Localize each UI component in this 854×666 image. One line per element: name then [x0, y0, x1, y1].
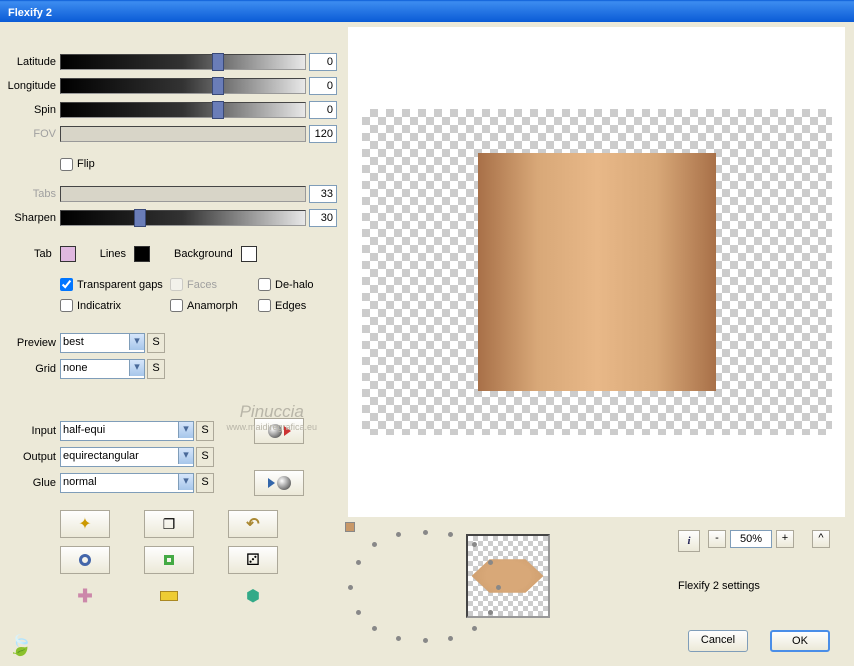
sharpen-value[interactable]: 30	[309, 209, 337, 227]
titlebar: Flexify 2	[0, 0, 854, 22]
glue-select[interactable]: normal▾	[60, 473, 194, 493]
tabs-label: Tabs	[4, 188, 60, 200]
copy-icon: ❐	[163, 516, 176, 533]
tool-button-plus[interactable]: ✚	[60, 582, 110, 610]
fov-value[interactable]: 120	[309, 125, 337, 143]
input-reset-button[interactable]: S	[196, 421, 214, 441]
glue-reset-button[interactable]: S	[196, 473, 214, 493]
glue-label: Glue	[4, 477, 60, 489]
spin-value[interactable]: 0	[309, 101, 337, 119]
input-select[interactable]: half-equi▾	[60, 421, 194, 441]
flip-checkbox[interactable]: Flip	[60, 158, 95, 171]
latitude-label: Latitude	[4, 56, 60, 68]
tool-button-gem[interactable]: ⬢	[228, 582, 278, 610]
input-label: Input	[4, 425, 60, 437]
output-label: Output	[4, 451, 60, 463]
gem-icon: ⬢	[246, 586, 260, 606]
undo-icon: ↶	[246, 514, 259, 534]
tab-color-label: Tab	[34, 248, 52, 260]
brick-icon	[160, 591, 178, 601]
longitude-label: Longitude	[4, 80, 60, 92]
preview-area[interactable]	[347, 26, 846, 518]
sharpen-label: Sharpen	[4, 212, 60, 224]
preview-select[interactable]: best▾	[60, 333, 145, 353]
cancel-button[interactable]: Cancel	[688, 630, 748, 652]
tool-button-1[interactable]: ✦	[60, 510, 110, 538]
preview-content	[478, 153, 716, 391]
play-icon	[268, 478, 275, 488]
disc-icon	[277, 476, 291, 490]
transparent-checkbox[interactable]: Transparent gaps	[60, 278, 170, 291]
output-reset-button[interactable]: S	[196, 447, 214, 467]
corner-icon[interactable]: 🍃	[8, 633, 33, 658]
faces-checkbox: Faces	[170, 278, 258, 291]
tabs-value[interactable]: 33	[309, 185, 337, 203]
plus-icon: ✚	[77, 586, 92, 607]
zoom-value[interactable]: 50%	[730, 530, 772, 548]
spin-label: Spin	[4, 104, 60, 116]
lines-color-label: Lines	[100, 248, 126, 260]
fov-label: FOV	[4, 128, 60, 140]
grid-select[interactable]: none▾	[60, 359, 145, 379]
zoom-in-button[interactable]: +	[776, 530, 794, 548]
grid-reset-button[interactable]: S	[147, 359, 165, 379]
zoom-out-button[interactable]: -	[708, 530, 726, 548]
watermark: Pinucciawww.maidiregrafica.eu	[226, 402, 317, 432]
dehalo-checkbox[interactable]: De-halo	[258, 278, 338, 291]
latitude-slider[interactable]	[60, 54, 306, 70]
tool-button-square[interactable]	[144, 546, 194, 574]
bg-color-label: Background	[174, 248, 233, 260]
thumbnail-area	[345, 522, 670, 666]
tool-button-brick[interactable]	[144, 582, 194, 610]
media-out-button[interactable]	[254, 470, 304, 496]
tabs-slider	[60, 186, 306, 202]
spin-slider[interactable]	[60, 102, 306, 118]
info-button[interactable]: i	[678, 530, 700, 552]
dice-icon: ⚂	[246, 550, 260, 570]
indicatrix-checkbox[interactable]: Indicatrix	[60, 299, 170, 312]
sharpen-slider[interactable]	[60, 210, 306, 226]
star-icon: ✦	[78, 514, 91, 534]
controls-panel: Latitude 0 Longitude 0 Spin 0 FOV 120 Flip T…	[0, 22, 345, 666]
grid-label: Grid	[4, 363, 60, 375]
longitude-value[interactable]: 0	[309, 77, 337, 95]
window-title: Flexify 2	[8, 7, 52, 19]
circle-icon	[79, 554, 91, 566]
longitude-slider[interactable]	[60, 78, 306, 94]
latitude-value[interactable]: 0	[309, 53, 337, 71]
tool-button-dice[interactable]: ⚂	[228, 546, 278, 574]
lines-color-swatch[interactable]	[134, 246, 150, 262]
edges-checkbox[interactable]: Edges	[258, 299, 338, 312]
tab-color-swatch[interactable]	[60, 246, 76, 262]
bg-color-swatch[interactable]	[241, 246, 257, 262]
tool-button-undo[interactable]: ↶	[228, 510, 278, 538]
preview-label: Preview	[4, 337, 60, 349]
expand-button[interactable]: ^	[812, 530, 830, 548]
anamorph-checkbox[interactable]: Anamorph	[170, 299, 258, 312]
status-text: Flexify 2 settings	[678, 580, 760, 592]
square-icon	[164, 555, 174, 565]
preview-reset-button[interactable]: S	[147, 333, 165, 353]
tool-button-copy[interactable]: ❐	[144, 510, 194, 538]
tool-button-circle[interactable]	[60, 546, 110, 574]
output-select[interactable]: equirectangular▾	[60, 447, 194, 467]
fov-slider	[60, 126, 306, 142]
ok-button[interactable]: OK	[770, 630, 830, 652]
leaf-icon: 🍃	[8, 635, 33, 657]
